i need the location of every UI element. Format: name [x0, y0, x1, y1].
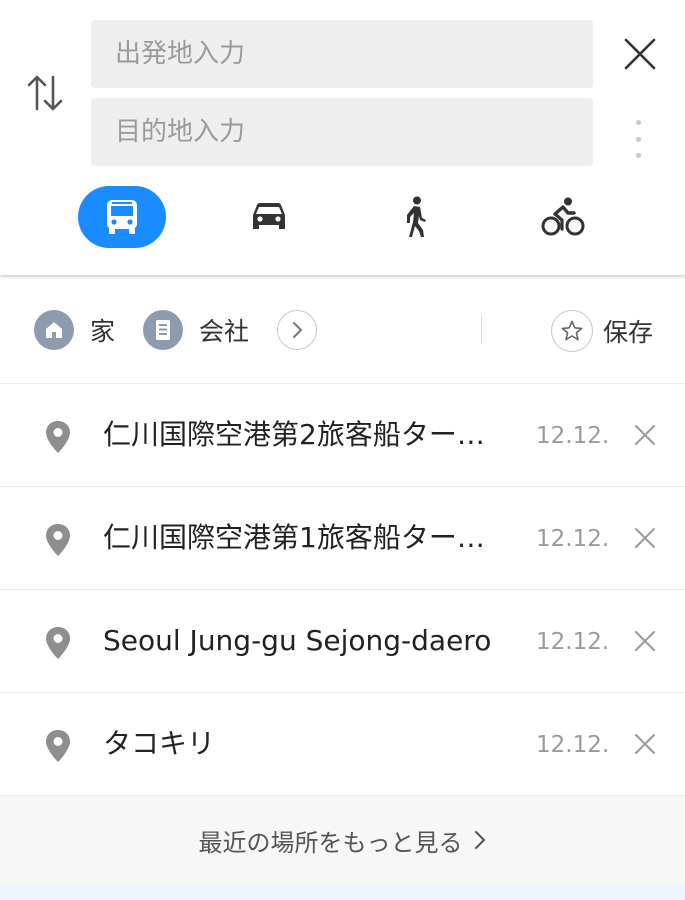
- star-icon: [561, 320, 583, 341]
- recent-place-name: 仁川国際空港第2旅客船ターミナル: [103, 418, 503, 451]
- more-recent-places-link[interactable]: 最近の場所をもっと見る: [0, 796, 685, 884]
- recent-place-row[interactable]: Seoul Jung-gu Sejong-daero 12.12.: [0, 590, 685, 693]
- office-icon-badge: [143, 310, 183, 350]
- location-pin-icon: [46, 421, 70, 453]
- more-dot: [635, 153, 641, 158]
- car-icon: [253, 203, 285, 229]
- recent-place-name: Seoul Jung-gu Sejong-daero: [103, 624, 492, 657]
- more-dot: [635, 136, 641, 142]
- route-search-panel: [0, 0, 685, 275]
- chevron-right-icon: [293, 322, 302, 338]
- star-icon-badge: [551, 310, 593, 352]
- destination-field[interactable]: [91, 98, 593, 166]
- mode-transit-tab[interactable]: [78, 186, 166, 248]
- swap-vertical-icon: [27, 75, 63, 111]
- close-icon: [635, 631, 655, 651]
- recent-place-name: 仁川国際空港第1旅客船ターミナル: [103, 521, 503, 554]
- bus-icon: [107, 200, 137, 234]
- delete-recent-place-button[interactable]: [630, 626, 660, 656]
- save-place-label: 保存: [603, 318, 654, 347]
- close-icon: [635, 734, 655, 754]
- walk-icon: [407, 196, 426, 237]
- recent-place-row[interactable]: 仁川国際空港第1旅客船ターミナル 12.12.: [0, 487, 685, 590]
- close-icon: [635, 425, 655, 445]
- recent-place-date: 12.12.: [536, 423, 610, 449]
- delete-recent-place-button[interactable]: [630, 420, 660, 450]
- location-pin-icon: [46, 524, 70, 556]
- recent-places-list: 仁川国際空港第2旅客船ターミナル 12.12. 仁川国際空港第1旅客船ターミナル…: [0, 384, 685, 796]
- more-options-button[interactable]: [626, 116, 650, 162]
- mode-bike-tab[interactable]: [519, 186, 607, 248]
- save-place-button[interactable]: 保存: [551, 310, 653, 352]
- close-icon: [624, 38, 656, 70]
- close-icon: [635, 528, 655, 548]
- favorites-more-button[interactable]: [277, 310, 317, 350]
- home-icon: [46, 322, 62, 338]
- more-recent-places-label: 最近の場所をもっと見る: [198, 828, 463, 857]
- home-icon-badge: [34, 310, 74, 350]
- location-pin-icon: [46, 627, 70, 659]
- favorite-home-label: 家: [90, 317, 116, 346]
- office-building-icon: [156, 320, 170, 340]
- delete-recent-place-button[interactable]: [630, 729, 660, 759]
- recent-place-date: 12.12.: [536, 732, 610, 758]
- recent-place-row[interactable]: タコキリ 12.12.: [0, 693, 685, 796]
- recent-place-date: 12.12.: [536, 526, 610, 552]
- more-vertical-icon: [635, 120, 641, 125]
- location-pin-icon: [46, 730, 70, 762]
- chevron-right-icon: [473, 829, 487, 851]
- favorite-home-button[interactable]: 家: [34, 310, 115, 350]
- favorite-office-label: 会社: [199, 317, 250, 346]
- delete-recent-place-button[interactable]: [630, 523, 660, 553]
- recent-place-name: タコキリ: [103, 727, 216, 760]
- favorites-divider: [481, 316, 482, 344]
- destination-input[interactable]: [115, 117, 593, 147]
- mode-car-tab[interactable]: [225, 186, 313, 248]
- swap-button[interactable]: [22, 68, 68, 118]
- bicycle-icon: [541, 197, 585, 236]
- close-button[interactable]: [616, 30, 664, 78]
- recent-place-row[interactable]: 仁川国際空港第2旅客船ターミナル 12.12.: [0, 384, 685, 487]
- bottom-panel-edge: [0, 884, 685, 900]
- mode-walk-tab[interactable]: [372, 186, 460, 248]
- favorites-bar: 家 会社 保存: [0, 276, 685, 384]
- recent-place-date: 12.12.: [536, 629, 610, 655]
- origin-input[interactable]: [115, 39, 593, 69]
- origin-field[interactable]: [91, 20, 593, 88]
- favorite-office-button[interactable]: 会社: [143, 310, 249, 350]
